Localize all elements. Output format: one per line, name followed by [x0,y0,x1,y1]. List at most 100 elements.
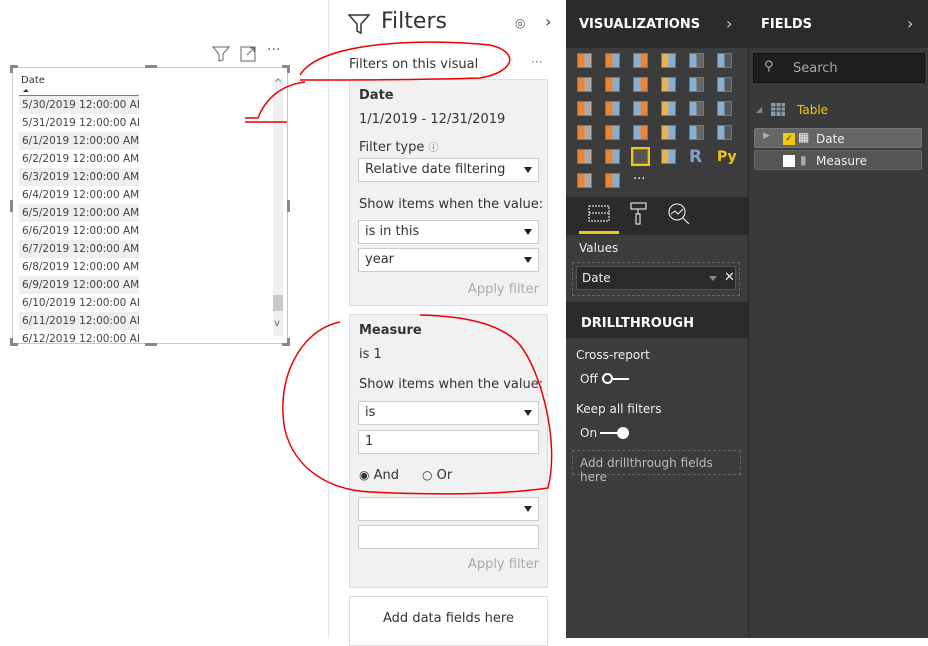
map-icon[interactable] [717,101,732,116]
ribbon-chart-icon[interactable] [717,77,732,92]
table-row[interactable]: 6/6/2019 12:00:00 AM [19,222,139,240]
line-chart-icon[interactable] [577,77,592,92]
keep-filters-label: Keep all filters [576,402,662,416]
apply-filter-button[interactable]: Apply filter [468,282,539,297]
table-row[interactable]: 5/31/2019 12:00:00 AM [19,114,139,132]
table-row[interactable]: 6/4/2019 12:00:00 AM [19,186,139,204]
value-input[interactable]: 1 [358,430,539,454]
line-clustered-column-icon[interactable] [689,77,704,92]
relative-condition-dropdown[interactable]: is in this [358,220,539,244]
add-data-fields-dropzone[interactable]: Add data fields here [349,596,548,646]
table-icon[interactable] [631,147,650,166]
decomposition-tree-icon[interactable] [577,173,592,188]
area-chart-icon[interactable] [605,77,620,92]
condition-dropdown[interactable]: is [358,401,539,425]
field-measure[interactable]: ▮ Measure [754,150,922,170]
filter-card-measure: Measure is 1 Show items when the value: … [349,314,548,588]
more-visuals-icon[interactable]: ··· [633,173,650,190]
filter-type-dropdown[interactable]: Relative date filtering [358,158,539,182]
more-options-icon[interactable]: ··· [531,55,542,69]
show-items-label: Show items when the value: [359,197,544,212]
funnel-icon[interactable] [633,125,648,140]
field-date[interactable]: ▶ ✓ ▦ Date [754,128,922,148]
filter-card-title[interactable]: Date [359,88,394,103]
remove-field-icon[interactable]: ✕ [724,270,735,285]
values-well[interactable]: Date ✕ [572,262,740,296]
collapse-chevron-icon[interactable]: › [907,14,913,33]
collapse-chevron-icon[interactable]: › [726,14,732,33]
waterfall-icon[interactable] [577,101,592,116]
card-icon[interactable] [689,125,704,140]
focus-mode-icon[interactable] [240,46,256,62]
or-radio[interactable]: ○ Or [422,468,452,483]
vertical-scrollbar[interactable]: ^ v [273,78,283,336]
and-radio[interactable]: ◉ And [359,468,399,483]
clustered-column-icon[interactable] [661,53,676,68]
table-row[interactable]: 6/1/2019 12:00:00 AM [19,132,139,150]
stacked-area-icon[interactable] [633,77,648,92]
apply-filter-button[interactable]: Apply filter [468,557,539,572]
search-input[interactable]: ⚲ Search [753,53,925,83]
stacked-bar-icon[interactable] [577,53,592,68]
dropdown-arrow-icon [524,167,532,173]
drillthrough-dropzone[interactable]: Add drillthrough fields here [572,450,741,484]
scroll-up-icon[interactable]: ^ [274,78,282,89]
stacked-column-icon[interactable] [605,53,620,68]
multi-row-card-icon[interactable] [717,125,732,140]
python-visual-icon[interactable]: Py [717,149,737,166]
table-row[interactable]: 6/9/2019 12:00:00 AM [19,276,139,294]
analytics-tab[interactable] [667,202,691,226]
scroll-down-icon[interactable]: v [274,318,280,329]
funnel-icon [348,14,370,35]
arcgis-icon[interactable] [605,173,620,188]
table-row[interactable]: 6/5/2019 12:00:00 AM [19,204,139,222]
table-row[interactable]: 6/8/2019 12:00:00 AM [19,258,139,276]
donut-icon[interactable] [661,101,676,116]
r-visual-icon[interactable]: R [689,149,706,166]
table-row[interactable]: 6/7/2019 12:00:00 AM [19,240,139,258]
scroll-thumb[interactable] [273,295,283,311]
gauge-icon[interactable] [661,125,676,140]
shape-map-icon[interactable] [605,125,620,140]
more-options-icon[interactable]: ··· [267,42,280,58]
filter-type-label: Filter type [359,140,425,155]
line-column-icon[interactable] [661,77,676,92]
table-name[interactable]: Table [797,103,828,117]
table-row[interactable]: 6/10/2019 12:00:00 AM [19,294,139,312]
filled-map-icon[interactable] [577,125,592,140]
slicer-icon[interactable] [605,149,620,164]
100-stacked-column-icon[interactable] [717,53,732,68]
table-visual[interactable]: Date 5/30/2019 12:00:00 AM 5/31/2019 12:0… [10,65,290,346]
table-row[interactable]: 6/11/2019 12:00:00 AM [19,312,139,330]
table-row[interactable]: 6/2/2019 12:00:00 AM [19,150,139,168]
keep-filters-toggle[interactable]: On [580,426,629,440]
values-field-pill[interactable]: Date ✕ [576,266,736,290]
table-row[interactable]: 5/30/2019 12:00:00 AM [19,96,139,114]
fields-tab[interactable] [588,204,610,224]
pie-icon[interactable] [633,101,648,116]
filter-card-title[interactable]: Measure [359,323,422,338]
collapse-triangle-icon[interactable]: ◢ [756,105,762,114]
checkbox-unchecked[interactable] [783,155,795,167]
table-row[interactable]: 6/3/2019 12:00:00 AM [19,168,139,186]
format-tab[interactable] [629,202,649,226]
checkbox-checked[interactable]: ✓ [783,133,795,145]
table-row[interactable]: 6/12/2019 12:00:00 AM [19,330,139,348]
collapse-chevron-icon[interactable]: › [545,12,551,31]
cross-report-toggle[interactable]: Off [580,372,629,386]
eye-icon[interactable]: ◎ [515,16,525,30]
treemap-icon[interactable] [689,101,704,116]
dropdown-arrow-icon[interactable] [709,276,717,281]
filter-icon[interactable] [212,46,230,62]
clustered-bar-icon[interactable] [633,53,648,68]
100-stacked-bar-icon[interactable] [689,53,704,68]
value2-input[interactable] [358,525,539,549]
condition2-dropdown[interactable] [358,497,539,521]
column-header-date[interactable]: Date [19,72,139,96]
kpi-icon[interactable] [577,149,592,164]
scatter-icon[interactable] [605,101,620,116]
matrix-icon[interactable] [661,149,676,164]
dropdown-arrow-icon [524,410,532,416]
relative-period-dropdown[interactable]: year [358,248,539,272]
expand-icon: ▶ [763,131,770,141]
